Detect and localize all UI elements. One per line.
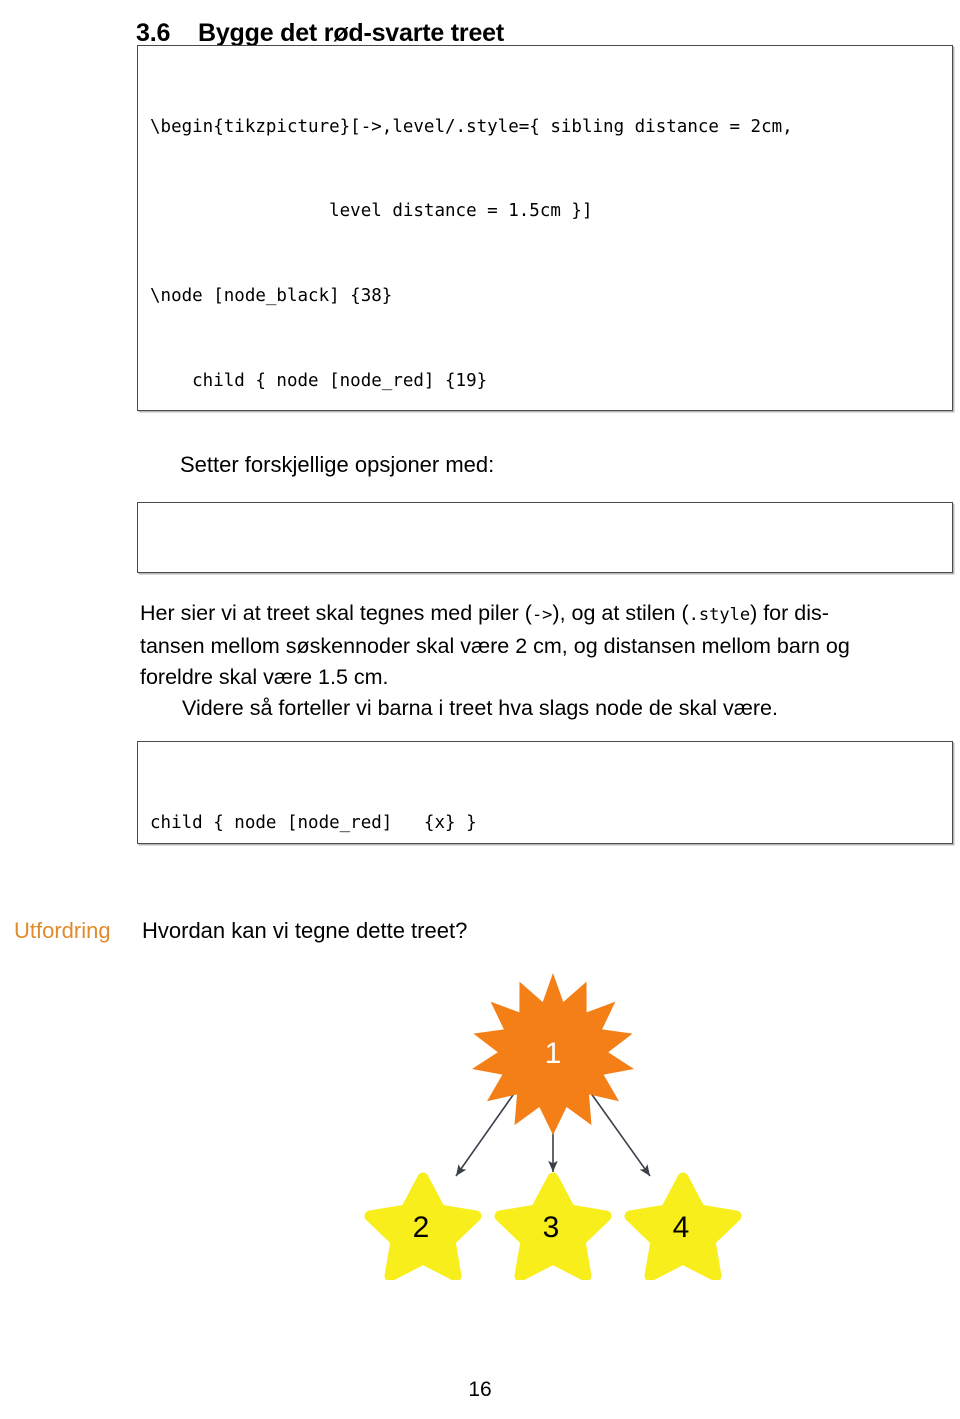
paragraph-text-b: ), og at stilen ( — [552, 601, 689, 625]
star-label-child-3: 4 — [673, 1211, 690, 1244]
star-label-child-1: 2 — [413, 1211, 430, 1244]
challenge-text: Hvordan kan vi tegne dette treet? — [142, 918, 468, 943]
code-block-tikzpicture-tree: \begin{tikzpicture}[->,level/.style={ si… — [137, 45, 953, 411]
paragraph-text-a: Her sier vi at treet skal tegnes med pil… — [140, 601, 532, 625]
lead-text: Setter forskjellige opsjoner med: — [180, 452, 495, 477]
page-number: 16 — [468, 1378, 492, 1401]
section-number: 3.6 — [136, 18, 171, 47]
code-line: \begin{tikzpicture}[->,level/.style={ si… — [150, 570, 952, 572]
star-label-child-2: 3 — [543, 1211, 560, 1244]
code-line: \node [node_black] {38} — [150, 286, 393, 307]
code-block-options: \begin{tikzpicture}[->,level/.style={ si… — [137, 502, 953, 573]
document-page: 3.6 Bygge det rød-svarte treet \begin{tik… — [0, 0, 960, 1419]
challenge-label: Utfordring — [14, 918, 111, 943]
star-node-child-2[interactable]: 3 — [494, 1172, 612, 1280]
section-title-text: Bygge det rød-svarte treet — [198, 18, 504, 47]
code-block-child-nodes: child { node [node_red] {x} } child { no… — [137, 741, 953, 844]
code-line: level distance = 1.5cm }] — [150, 201, 593, 222]
code-line: child { node [node_red] {x} } — [150, 812, 477, 833]
body-paragraph: Her sier vi at treet skal tegnes med pil… — [140, 598, 954, 724]
tree-figure: 1 2 3 4 — [310, 960, 790, 1280]
inline-code-arrow: -> — [531, 605, 553, 625]
paragraph-line: Videre så forteller vi barna i treet hva… — [182, 696, 778, 720]
page-title: 3.6 Bygge det rød-svarte treet — [136, 19, 504, 48]
paragraph-text-c: ) for dis- — [750, 601, 829, 625]
challenge-row: Utfordring Hvordan kan vi tegne dette tre… — [14, 918, 954, 944]
star-node-child-3[interactable]: 4 — [624, 1172, 742, 1280]
star-node-root[interactable]: 1 — [472, 973, 634, 1135]
star-label-root: 1 — [545, 1037, 562, 1070]
paragraph-line: tansen mellom søskennoder skal være 2 cm… — [140, 634, 850, 658]
code-line: \begin{tikzpicture}[->,level/.style={ si… — [150, 116, 793, 137]
inline-code-style: .style — [688, 605, 751, 625]
star-node-child-1[interactable]: 2 — [364, 1172, 482, 1280]
paragraph-line: Her sier vi at treet skal tegnes med pil… — [140, 598, 954, 631]
code-line: child { node [node_red] {19} — [150, 371, 488, 392]
paragraph-line: foreldre skal være 1.5 cm. — [140, 665, 389, 689]
